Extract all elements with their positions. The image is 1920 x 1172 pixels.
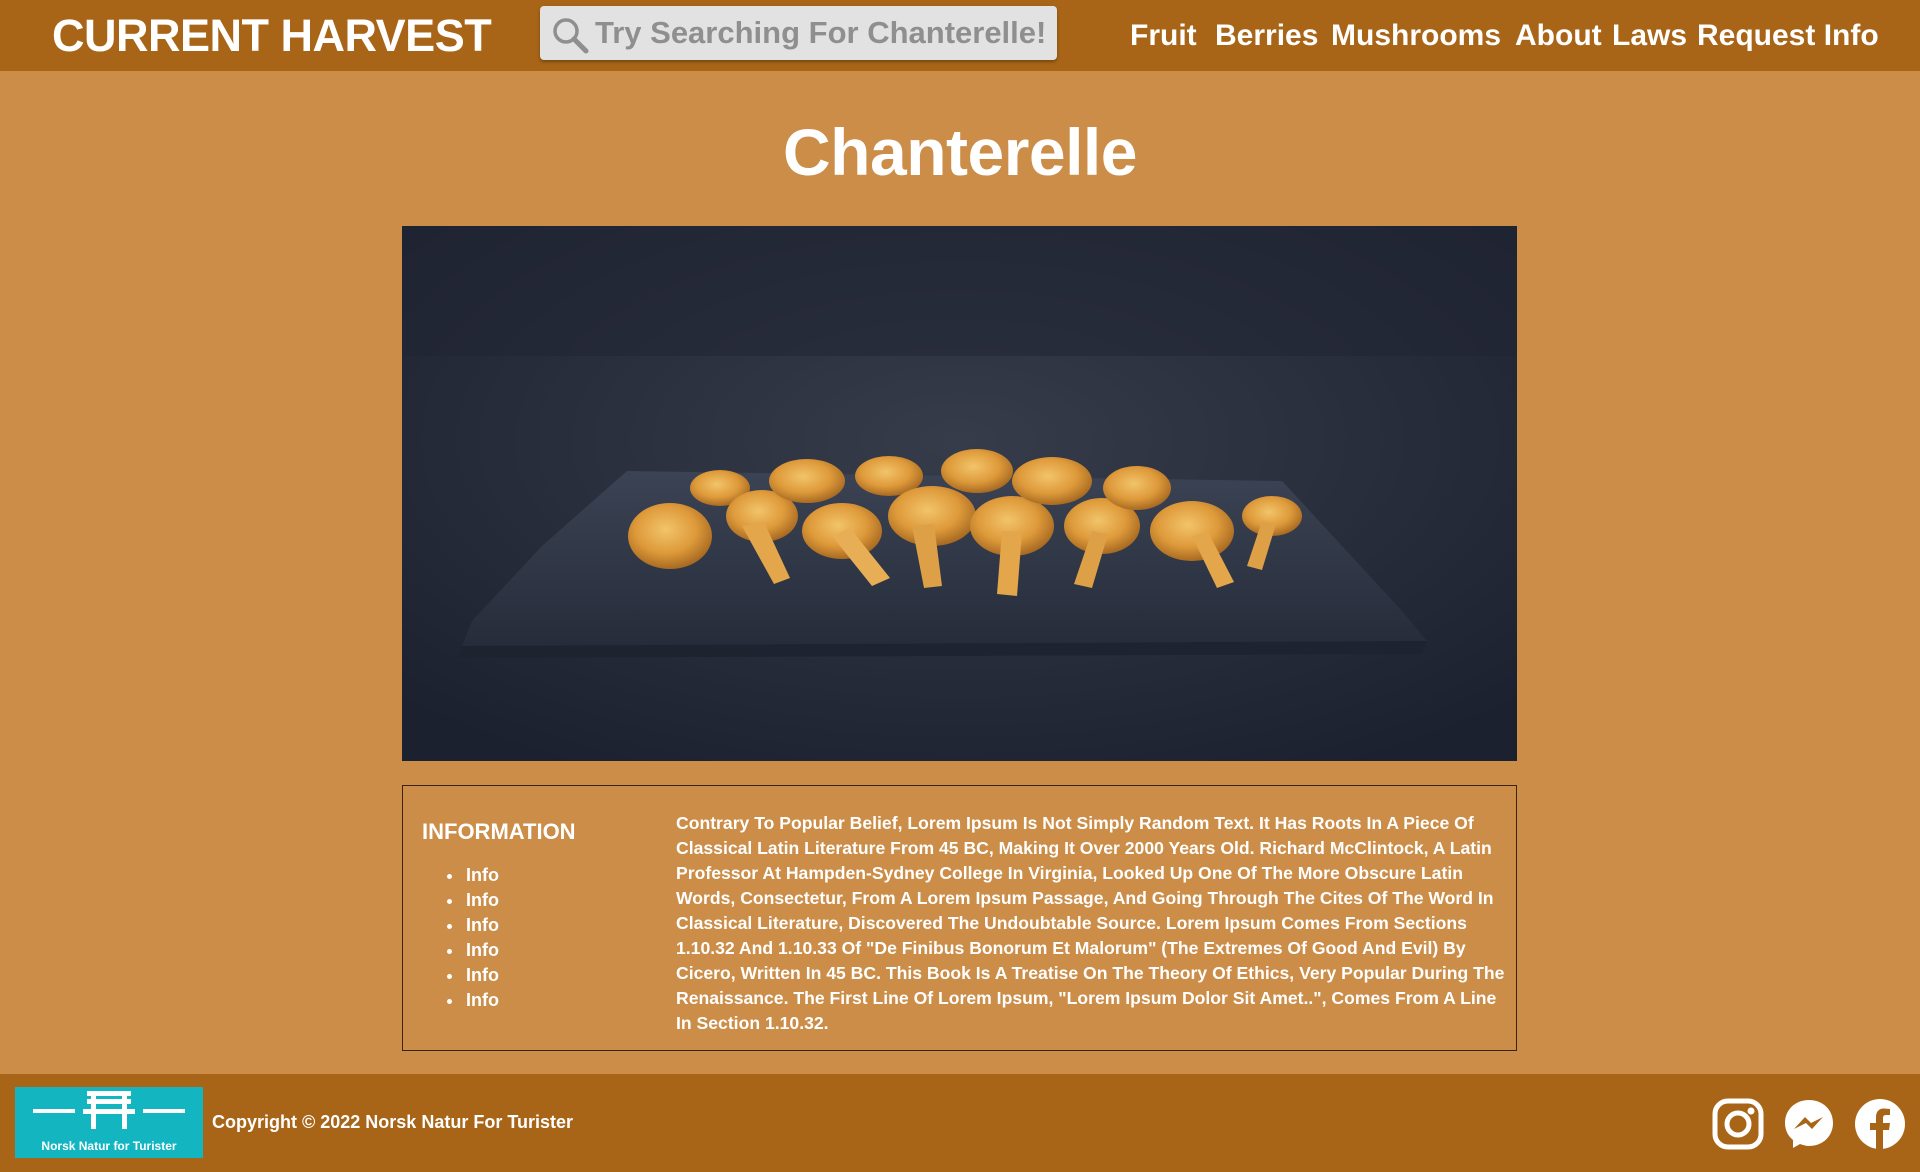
info-heading: INFORMATION xyxy=(422,819,576,844)
list-item: Info xyxy=(445,863,499,888)
copyright-text: Copyright © 2022 Norsk Natur For Turiste… xyxy=(212,1112,574,1132)
messenger-icon[interactable] xyxy=(1783,1098,1835,1150)
info-description: Contrary To Popular Belief, Lorem Ipsum … xyxy=(676,813,1505,1033)
search-bar[interactable] xyxy=(540,6,1057,60)
nav-mushrooms[interactable]: Mushrooms xyxy=(1331,14,1501,58)
list-item: Info xyxy=(445,988,499,1013)
list-item: Info xyxy=(445,888,499,913)
facebook-icon[interactable] xyxy=(1854,1098,1906,1150)
top-navbar: CURRENT HARVEST Fruit Berries Mushrooms … xyxy=(0,0,1920,71)
site-logo-text[interactable]: CURRENT HARVEST xyxy=(52,10,492,62)
list-item: Info xyxy=(445,913,499,938)
nav-berries[interactable]: Berries xyxy=(1215,14,1318,58)
instagram-icon[interactable] xyxy=(1712,1098,1764,1150)
bench-icon xyxy=(33,1091,185,1129)
hero-image xyxy=(402,226,1517,761)
info-list: Info Info Info Info Info Info xyxy=(445,863,499,1013)
nav-about[interactable]: About xyxy=(1515,14,1602,58)
logo-text: Norsk Natur for Turister xyxy=(41,1139,177,1153)
nav-request-info[interactable]: Request Info xyxy=(1697,14,1879,58)
norsk-natur-logo[interactable]: Norsk Natur for Turister xyxy=(15,1087,203,1158)
footer: Norsk Natur for Turister Copyright © 202… xyxy=(0,1074,1920,1172)
information-panel: INFORMATION Info Info Info Info Info Inf… xyxy=(402,785,1517,1051)
list-item: Info xyxy=(445,963,499,988)
page-title: Chanterelle xyxy=(783,115,1137,189)
chanterelle-photo xyxy=(402,226,1517,761)
nav-laws[interactable]: Laws xyxy=(1612,14,1687,58)
nav-fruit[interactable]: Fruit xyxy=(1130,14,1197,58)
search-input[interactable] xyxy=(595,6,1045,60)
search-icon[interactable] xyxy=(550,15,590,55)
list-item: Info xyxy=(445,938,499,963)
